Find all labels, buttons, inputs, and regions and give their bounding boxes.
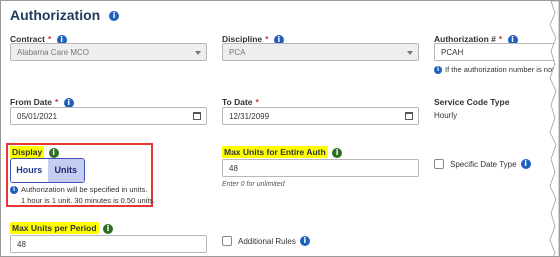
additional-rules-checkbox[interactable] xyxy=(222,236,232,246)
info-icon: i xyxy=(10,186,18,195)
display-note-line2: 1 hour is 1 unit. 30 minutes is 0.50 uni… xyxy=(21,196,156,205)
max-units-period-label: Max Units per Period i xyxy=(10,222,113,234)
specific-date-type-label: Specific Date Type xyxy=(450,159,517,169)
to-date-input[interactable]: 12/31/2099 xyxy=(222,107,419,125)
page-title: Authorization i xyxy=(10,7,120,23)
info-icon[interactable]: i xyxy=(109,11,120,22)
calendar-icon[interactable] xyxy=(405,112,413,120)
auth-number-input[interactable]: PCAH xyxy=(434,43,558,61)
authorization-panel: Authorization i Contract * i Alabama Care… xyxy=(0,0,560,257)
info-icon[interactable]: i xyxy=(332,147,343,158)
specific-date-type-row: Specific Date Type i xyxy=(434,159,531,169)
chevron-down-icon xyxy=(195,51,201,55)
contract-select[interactable]: Alabama Care MCO xyxy=(10,43,207,61)
display-label: Display i xyxy=(10,146,59,158)
service-code-type-label: Service Code Type xyxy=(434,97,510,107)
discipline-select[interactable]: PCA xyxy=(222,43,419,61)
info-icon[interactable]: i xyxy=(102,223,113,234)
info-icon[interactable]: i xyxy=(48,147,59,158)
display-option-units[interactable]: Units xyxy=(47,159,84,182)
max-units-entire-input[interactable]: 48 xyxy=(222,159,419,177)
additional-rules-label: Additional Rules xyxy=(238,236,296,246)
max-units-entire-hint: Enter 0 for unlimited xyxy=(222,181,285,188)
display-note: i Authorization will be specified in unit… xyxy=(10,185,147,195)
auth-number-note: i If the authorization number is not xyxy=(434,65,558,75)
info-icon: i xyxy=(434,66,442,75)
display-toggle: Hours Units xyxy=(10,158,85,183)
to-date-label: To Date * xyxy=(222,97,259,107)
additional-rules-row: Additional Rules i xyxy=(222,236,310,246)
info-icon[interactable]: i xyxy=(299,236,310,246)
max-units-entire-label: Max Units for Entire Auth i xyxy=(222,146,343,158)
service-code-type-value: Hourly xyxy=(434,111,458,120)
max-units-period-input[interactable]: 48 xyxy=(10,235,207,253)
calendar-icon[interactable] xyxy=(193,112,201,120)
specific-date-type-checkbox[interactable] xyxy=(434,159,444,169)
info-icon[interactable]: i xyxy=(520,159,531,169)
display-option-hours[interactable]: Hours xyxy=(11,159,48,182)
torn-edge-decoration xyxy=(549,1,559,256)
chevron-down-icon xyxy=(407,51,413,55)
from-date-input[interactable]: 05/01/2021 xyxy=(10,107,207,125)
